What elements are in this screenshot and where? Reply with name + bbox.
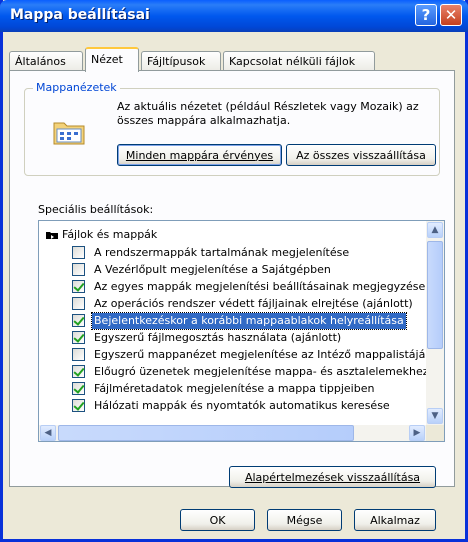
- scroll-down-button[interactable]: ▼: [427, 408, 443, 424]
- title-bar[interactable]: Mappa beállításai ? ✕: [0, 0, 468, 32]
- list-item[interactable]: A Vezérlőpult megjelenítése a Sajátgépbe…: [39, 262, 426, 278]
- list-item[interactable]: Előugró üzenetek megjelenítése mappa- és…: [39, 364, 426, 380]
- list-item[interactable]: Az operációs rendszer védett fájljainak …: [39, 296, 426, 312]
- button-label: Minden mappára érvényes: [125, 148, 274, 162]
- checkbox[interactable]: [72, 246, 85, 259]
- list-item[interactable]: Egyszerű fájlmegosztás használata (ajánl…: [39, 330, 426, 346]
- reset-all-folders-button[interactable]: Az összes visszaállítása: [286, 144, 436, 166]
- vertical-scroll-thumb[interactable]: [427, 241, 443, 349]
- checkbox[interactable]: [72, 297, 85, 310]
- vertical-scrollbar[interactable]: ▲ ▼: [426, 221, 444, 425]
- folder-views-label: Mappanézetek: [33, 81, 120, 94]
- apply-to-all-folders-button[interactable]: Minden mappára érvényes: [117, 144, 282, 166]
- close-icon: ✕: [444, 6, 458, 24]
- checkbox[interactable]: [72, 382, 85, 395]
- scroll-up-button[interactable]: ▲: [427, 222, 443, 238]
- tree-group-label: Fájlok és mappák: [62, 228, 158, 241]
- window-title: Mappa beállításai: [10, 7, 150, 23]
- list-item-label: Bejelentkezéskor a korábbi mappaablakok …: [91, 312, 407, 330]
- tab-label: Fájltípusok: [147, 55, 206, 68]
- horizontal-scroll-thumb[interactable]: [58, 425, 354, 441]
- chevron-left-icon: ◀: [44, 428, 52, 438]
- advanced-settings-label: Speciális beállítások:: [38, 203, 154, 216]
- list-item[interactable]: Egyszerű mappanézet megjelenítése az Int…: [39, 347, 426, 363]
- checkbox[interactable]: [72, 263, 85, 276]
- help-button[interactable]: ?: [415, 4, 437, 26]
- checkbox[interactable]: [72, 399, 85, 412]
- list-item[interactable]: Hálózati mappák és nyomtatók automatikus…: [39, 398, 426, 414]
- chevron-up-icon: ▲: [431, 225, 439, 235]
- scrollbar-corner: [426, 425, 444, 441]
- tab-label: Nézet: [91, 53, 123, 66]
- tab-file-types[interactable]: Fájltípusok: [141, 51, 221, 71]
- list-item-label: A rendszermappák tartalmának megjeleníté…: [94, 246, 350, 259]
- list-item-label: Az operációs rendszer védett fájljainak …: [94, 297, 413, 310]
- checkbox[interactable]: [72, 314, 85, 327]
- button-label: Az összes visszaállítása: [296, 148, 426, 162]
- advanced-settings-list[interactable]: Fájlok és mappák A rendszermappák tartal…: [38, 220, 445, 442]
- close-button[interactable]: ✕: [440, 4, 462, 26]
- scroll-left-button[interactable]: ◀: [40, 425, 56, 441]
- list-item-label: A Vezérlőpult megjelenítése a Sajátgépbe…: [94, 263, 331, 276]
- restore-defaults-button[interactable]: Alapértelmezések visszaállítása: [229, 466, 436, 488]
- folder-views-description: Az aktuális nézetet (például Részletek v…: [117, 100, 419, 127]
- tree-group-files-and-folders: Fájlok és mappák: [39, 227, 426, 243]
- folder-arrow-icon: [46, 232, 58, 239]
- cancel-button[interactable]: Mégse: [267, 509, 342, 531]
- list-item[interactable]: A rendszermappák tartalmának megjeleníté…: [39, 245, 426, 261]
- list-item[interactable]: Az egyes mappák megjelenítési beállítása…: [39, 279, 426, 295]
- list-item-label: Előugró üzenetek megjelenítése mappa- és…: [94, 365, 426, 378]
- question-icon: ?: [421, 6, 431, 24]
- list-item-label: Egyszerű fájlmegosztás használata (ajánl…: [94, 331, 342, 344]
- tab-general[interactable]: Általános: [9, 51, 83, 71]
- list-item[interactable]: Fájlméretadatok megjelenítése a mappa ti…: [39, 381, 426, 397]
- button-label: Alapértelmezések visszaállítása: [244, 470, 421, 484]
- tab-view[interactable]: Nézet: [85, 47, 139, 72]
- tab-offline-files[interactable]: Kapcsolat nélküli fájlok: [223, 51, 375, 71]
- horizontal-scrollbar[interactable]: ◀ ▶: [39, 425, 426, 441]
- scroll-right-button[interactable]: ▶: [409, 425, 425, 441]
- ok-button[interactable]: OK: [180, 509, 255, 531]
- tab-label: Kapcsolat nélküli fájlok: [229, 55, 356, 68]
- list-item-label: Fájlméretadatok megjelenítése a mappa ti…: [94, 382, 375, 395]
- button-label: Alkalmaz: [370, 513, 420, 527]
- list-item-label: Hálózati mappák és nyomtatók automatikus…: [94, 399, 390, 412]
- chevron-down-icon: ▼: [431, 411, 439, 421]
- advanced-settings-rows: Fájlok és mappák A rendszermappák tartal…: [39, 221, 426, 425]
- checkbox[interactable]: [72, 331, 85, 344]
- tab-label: Általános: [15, 55, 66, 68]
- list-item-label: Az egyes mappák megjelenítési beállítása…: [94, 280, 426, 293]
- chevron-right-icon: ▶: [413, 428, 421, 438]
- button-label: OK: [209, 513, 226, 527]
- checkbox[interactable]: [72, 348, 85, 361]
- apply-button[interactable]: Alkalmaz: [354, 509, 436, 531]
- list-item-selected[interactable]: Bejelentkezéskor a korábbi mappaablakok …: [39, 312, 426, 330]
- checkbox[interactable]: [72, 280, 85, 293]
- button-label: Mégse: [286, 513, 323, 527]
- list-item-label: Egyszerű mappanézet megjelenítése az Int…: [94, 348, 426, 361]
- folder-view-icon: [53, 122, 85, 145]
- checkbox[interactable]: [72, 365, 85, 378]
